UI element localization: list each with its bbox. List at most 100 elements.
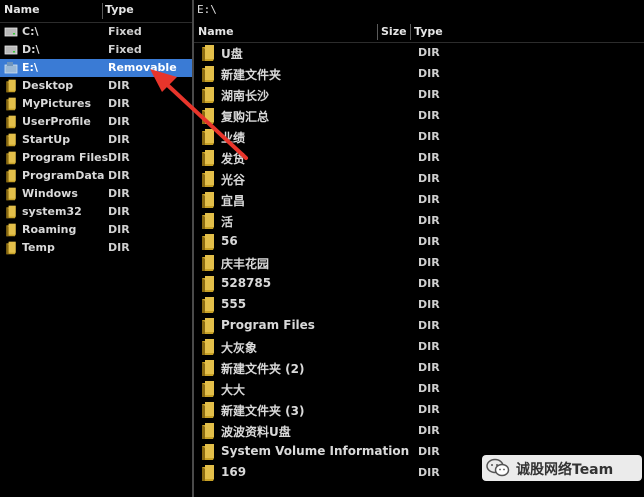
folder-type: DIR	[108, 241, 130, 254]
folder-icon	[202, 465, 214, 481]
left-pane: Name Type C:\ Fixed D:\ Fixed E:\ Removable De…	[0, 0, 192, 497]
folder-label: MyPictures	[22, 97, 91, 110]
file-list-item[interactable]: 活 DIR	[194, 210, 644, 231]
file-list-item[interactable]: Program Files DIR	[194, 315, 644, 336]
item-type: DIR	[418, 424, 440, 437]
item-name: 宜昌	[221, 194, 246, 208]
folder-label: Roaming	[22, 223, 77, 236]
right-header-name[interactable]: Name	[198, 25, 234, 38]
file-list-item[interactable]: 宜昌 DIR	[194, 189, 644, 210]
item-type: DIR	[418, 298, 440, 311]
drive-row[interactable]: E:\ Removable	[0, 59, 192, 77]
item-name: 新建文件夹 (3)	[221, 404, 305, 418]
folder-row[interactable]: Program Files DIR	[0, 149, 192, 167]
folder-row[interactable]: Desktop DIR	[0, 77, 192, 95]
folder-label: Temp	[22, 241, 55, 254]
file-list-item[interactable]: 大灰象 DIR	[194, 336, 644, 357]
file-list-item[interactable]: 复购汇总 DIR	[194, 105, 644, 126]
folder-icon	[6, 133, 16, 147]
folder-icon	[202, 381, 214, 397]
file-list-item[interactable]: 555 DIR	[194, 294, 644, 315]
item-type: DIR	[418, 340, 440, 353]
drive-row[interactable]: D:\ Fixed	[0, 41, 192, 59]
folder-type: DIR	[108, 79, 130, 92]
item-type: DIR	[418, 361, 440, 374]
file-list-item[interactable]: 新建文件夹 DIR	[194, 63, 644, 84]
item-type: DIR	[418, 67, 440, 80]
folder-icon	[202, 213, 214, 229]
drive-type: Fixed	[108, 25, 142, 38]
folder-icon	[202, 444, 214, 460]
folder-label: system32	[22, 205, 82, 218]
item-name: 庆丰花园	[221, 257, 270, 271]
folder-icon	[202, 192, 214, 208]
item-name: 新建文件夹 (2)	[221, 362, 305, 376]
right-header-size[interactable]: Size	[381, 25, 407, 38]
column-separator[interactable]	[410, 24, 411, 40]
file-list-item[interactable]: 光谷 DIR	[194, 168, 644, 189]
item-name: 发货	[221, 152, 246, 166]
drive-label: C:\	[22, 25, 39, 38]
item-name: 大灰象	[221, 341, 258, 355]
file-list-item[interactable]: 新建文件夹 (3) DIR	[194, 399, 644, 420]
item-type: DIR	[418, 445, 440, 458]
folder-icon	[6, 205, 16, 219]
right-header-type[interactable]: Type	[414, 25, 443, 38]
file-list-item[interactable]: 庆丰花园 DIR	[194, 252, 644, 273]
drive-label: E:\	[22, 61, 38, 74]
folder-row[interactable]: Roaming DIR	[0, 221, 192, 239]
left-header-name[interactable]: Name	[4, 3, 40, 16]
file-list-item[interactable]: U盘 DIR	[194, 42, 644, 63]
folder-icon	[202, 255, 214, 271]
item-name: 新建文件夹	[221, 68, 282, 82]
folder-row[interactable]: StartUp DIR	[0, 131, 192, 149]
file-list-item[interactable]: 56 DIR	[194, 231, 644, 252]
drive-row[interactable]: C:\ Fixed	[0, 23, 192, 41]
folder-row[interactable]: ProgramData DIR	[0, 167, 192, 185]
folder-icon	[6, 223, 16, 237]
item-type: DIR	[418, 235, 440, 248]
folder-row[interactable]: system32 DIR	[0, 203, 192, 221]
item-name: U盘	[221, 47, 243, 61]
item-type: DIR	[418, 130, 440, 143]
folder-icon	[6, 169, 16, 183]
folder-label: Program Files	[22, 151, 109, 164]
left-header-type[interactable]: Type	[105, 3, 134, 16]
folder-row[interactable]: UserProfile DIR	[0, 113, 192, 131]
file-list-item[interactable]: 波波资料U盘 DIR	[194, 420, 644, 441]
folder-icon	[6, 151, 16, 165]
file-list-item[interactable]: 大大 DIR	[194, 378, 644, 399]
file-list-item[interactable]: 发货 DIR	[194, 147, 644, 168]
folder-icon	[202, 66, 214, 82]
column-separator[interactable]	[102, 3, 103, 19]
folder-icon	[6, 79, 16, 93]
path-bar[interactable]: E:\	[194, 0, 644, 20]
item-type: DIR	[418, 319, 440, 332]
item-type: DIR	[418, 466, 440, 479]
folder-icon	[202, 171, 214, 187]
column-separator[interactable]	[377, 24, 378, 40]
item-name: 528785	[221, 276, 272, 290]
file-list-item[interactable]: 湖南长沙 DIR	[194, 84, 644, 105]
file-list-item[interactable]: 528785 DIR	[194, 273, 644, 294]
file-list-item[interactable]: 新建文件夹 (2) DIR	[194, 357, 644, 378]
folder-type: DIR	[108, 133, 130, 146]
folder-type: DIR	[108, 187, 130, 200]
item-type: DIR	[418, 151, 440, 164]
folder-icon	[202, 150, 214, 166]
folder-type: DIR	[108, 205, 130, 218]
folder-icon	[202, 87, 214, 103]
folder-type: DIR	[108, 151, 130, 164]
item-type: DIR	[418, 277, 440, 290]
folder-icon	[6, 187, 16, 201]
file-list-item[interactable]: 业绩 DIR	[194, 126, 644, 147]
folder-icon	[6, 115, 16, 129]
folder-row[interactable]: Windows DIR	[0, 185, 192, 203]
wechat-logo-icon	[486, 458, 510, 477]
item-type: DIR	[418, 382, 440, 395]
folder-row[interactable]: MyPictures DIR	[0, 95, 192, 113]
item-name: 复购汇总	[221, 110, 270, 124]
folder-type: DIR	[108, 115, 130, 128]
folder-icon	[6, 241, 16, 255]
folder-row[interactable]: Temp DIR	[0, 239, 192, 257]
